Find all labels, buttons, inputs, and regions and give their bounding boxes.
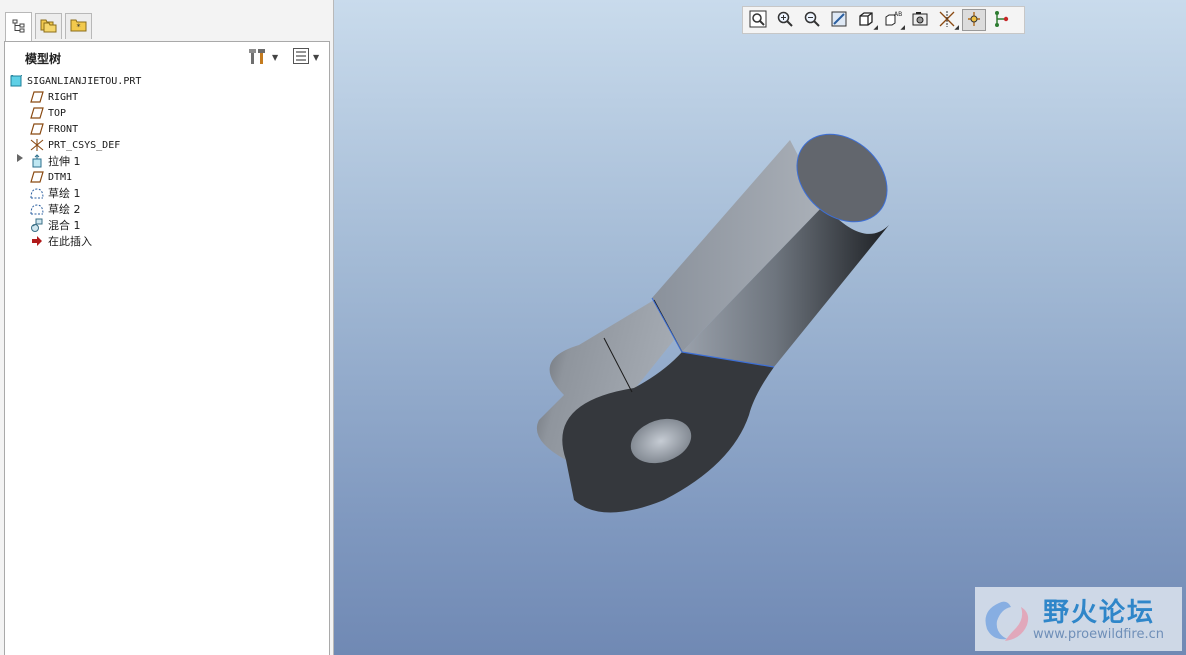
tree-item-label: 混合 1 — [48, 219, 81, 232]
svg-text:AB: AB — [894, 11, 902, 18]
model-tree-title: 模型树 — [25, 52, 62, 66]
tree-item-front[interactable]: FRONT — [29, 121, 78, 137]
forum-watermark: 野火论坛 www.proewildfire.cn — [975, 587, 1182, 651]
tree-item-sketch-1[interactable]: 草绘 1 — [29, 185, 81, 201]
settings-tools-icon — [249, 47, 269, 68]
part-model-render[interactable] — [334, 0, 1186, 655]
chevron-down-icon: ◢ — [873, 24, 878, 31]
tab-model-tree[interactable] — [5, 12, 32, 41]
datum-plane-icon — [29, 169, 45, 185]
zoom-in-button[interactable] — [773, 9, 797, 31]
datum-plane-icon — [29, 105, 45, 121]
chevron-down-icon: ◢ — [954, 24, 959, 31]
zoom-in-icon — [776, 10, 794, 31]
zoom-out-icon — [803, 10, 821, 31]
saved-views-icon: AB — [884, 10, 902, 31]
expand-arrow-icon[interactable] — [16, 153, 24, 163]
watermark-logo-icon — [985, 601, 1029, 641]
datum-display-button[interactable]: ◢ — [935, 9, 959, 31]
repaint-icon — [830, 10, 848, 31]
tree-item-label: 拉伸 1 — [48, 155, 81, 168]
annotation-display-icon — [992, 10, 1010, 31]
tree-item-label: FRONT — [48, 123, 79, 135]
tree-root-label: SIGANLIANJIETOU.PRT — [27, 75, 142, 87]
tree-structure-icon — [12, 19, 26, 36]
datum-plane-icon — [29, 89, 45, 105]
tree-item-label: TOP — [48, 107, 67, 119]
zoom-out-button[interactable] — [800, 9, 824, 31]
navigator-tabs: * — [0, 0, 334, 42]
tree-root-part[interactable]: SIGANLIANJIETOU.PRT — [8, 73, 141, 89]
datum-display-icon — [938, 10, 956, 31]
tree-item-label: 草绘 2 — [48, 203, 81, 216]
show-button[interactable]: ▼ — [292, 47, 319, 67]
watermark-title: 野火论坛 — [1043, 598, 1156, 628]
spin-center-button[interactable] — [962, 9, 986, 31]
tree-item-dtm1[interactable]: DTM1 — [29, 169, 72, 185]
tree-item-blend[interactable]: 混合 1 — [29, 217, 81, 233]
sketch-icon — [29, 201, 45, 217]
model-tree-pane: 模型树 ▼ ▼ SIGANLIANJIETOU.PRT RIGHT TOP FR… — [4, 41, 330, 655]
annotation-display-button[interactable] — [989, 9, 1013, 31]
model-tree-header: 模型树 ▼ ▼ — [5, 42, 329, 72]
tab-folder-browser[interactable] — [35, 13, 62, 39]
datum-plane-icon — [29, 121, 45, 137]
graphics-window[interactable]: ◢ AB ◢ ◢ 野火论坛 www.proewildfire.cn — [334, 0, 1186, 655]
tree-item-label: 在此插入 — [48, 235, 92, 248]
view-manager-button[interactable] — [908, 9, 932, 31]
tree-item-label: DTM1 — [48, 171, 73, 183]
svg-text:*: * — [76, 23, 80, 32]
insert-here-arrow-icon — [29, 233, 45, 249]
favorites-folder-icon: * — [70, 17, 88, 36]
tree-item-right[interactable]: RIGHT — [29, 89, 78, 105]
extrude-icon — [29, 153, 45, 169]
tree-item-top[interactable]: TOP — [29, 105, 66, 121]
blend-icon — [29, 217, 45, 233]
zoom-fit-icon — [749, 10, 767, 31]
folders-icon — [40, 17, 58, 36]
tree-item-extrude[interactable]: 拉伸 1 — [29, 153, 81, 169]
repaint-button[interactable] — [827, 9, 851, 31]
tab-favorites[interactable]: * — [65, 13, 92, 39]
watermark-url: www.proewildfire.cn — [1033, 627, 1164, 642]
tree-item-insert-here[interactable]: 在此插入 — [29, 233, 92, 249]
part-icon — [8, 73, 24, 89]
settings-button[interactable]: ▼ — [249, 47, 278, 67]
coordinate-system-icon — [29, 137, 45, 153]
show-list-icon — [292, 47, 310, 68]
refit-button[interactable] — [746, 9, 770, 31]
display-style-icon — [857, 10, 875, 31]
sketch-icon — [29, 185, 45, 201]
tree-item-sketch-2[interactable]: 草绘 2 — [29, 201, 81, 217]
chevron-down-icon: ◢ — [900, 24, 905, 31]
chevron-down-icon: ▼ — [272, 52, 279, 62]
tree-item-label: RIGHT — [48, 91, 79, 103]
tree-item-label: 草绘 1 — [48, 187, 81, 200]
tree-item-label: PRT_CSYS_DEF — [48, 139, 121, 151]
chevron-down-icon: ▼ — [313, 52, 320, 62]
view-toolbar: ◢ AB ◢ ◢ — [742, 6, 1025, 34]
navigator-panel: * 模型树 ▼ ▼ SIGANLIANJIETOU.PRT RIGHT TOP … — [0, 0, 334, 655]
display-style-button[interactable]: ◢ — [854, 9, 878, 31]
spin-center-icon — [965, 10, 983, 31]
tree-item-csys[interactable]: PRT_CSYS_DEF — [29, 137, 120, 153]
saved-views-button[interactable]: AB ◢ — [881, 9, 905, 31]
view-manager-icon — [911, 10, 929, 31]
